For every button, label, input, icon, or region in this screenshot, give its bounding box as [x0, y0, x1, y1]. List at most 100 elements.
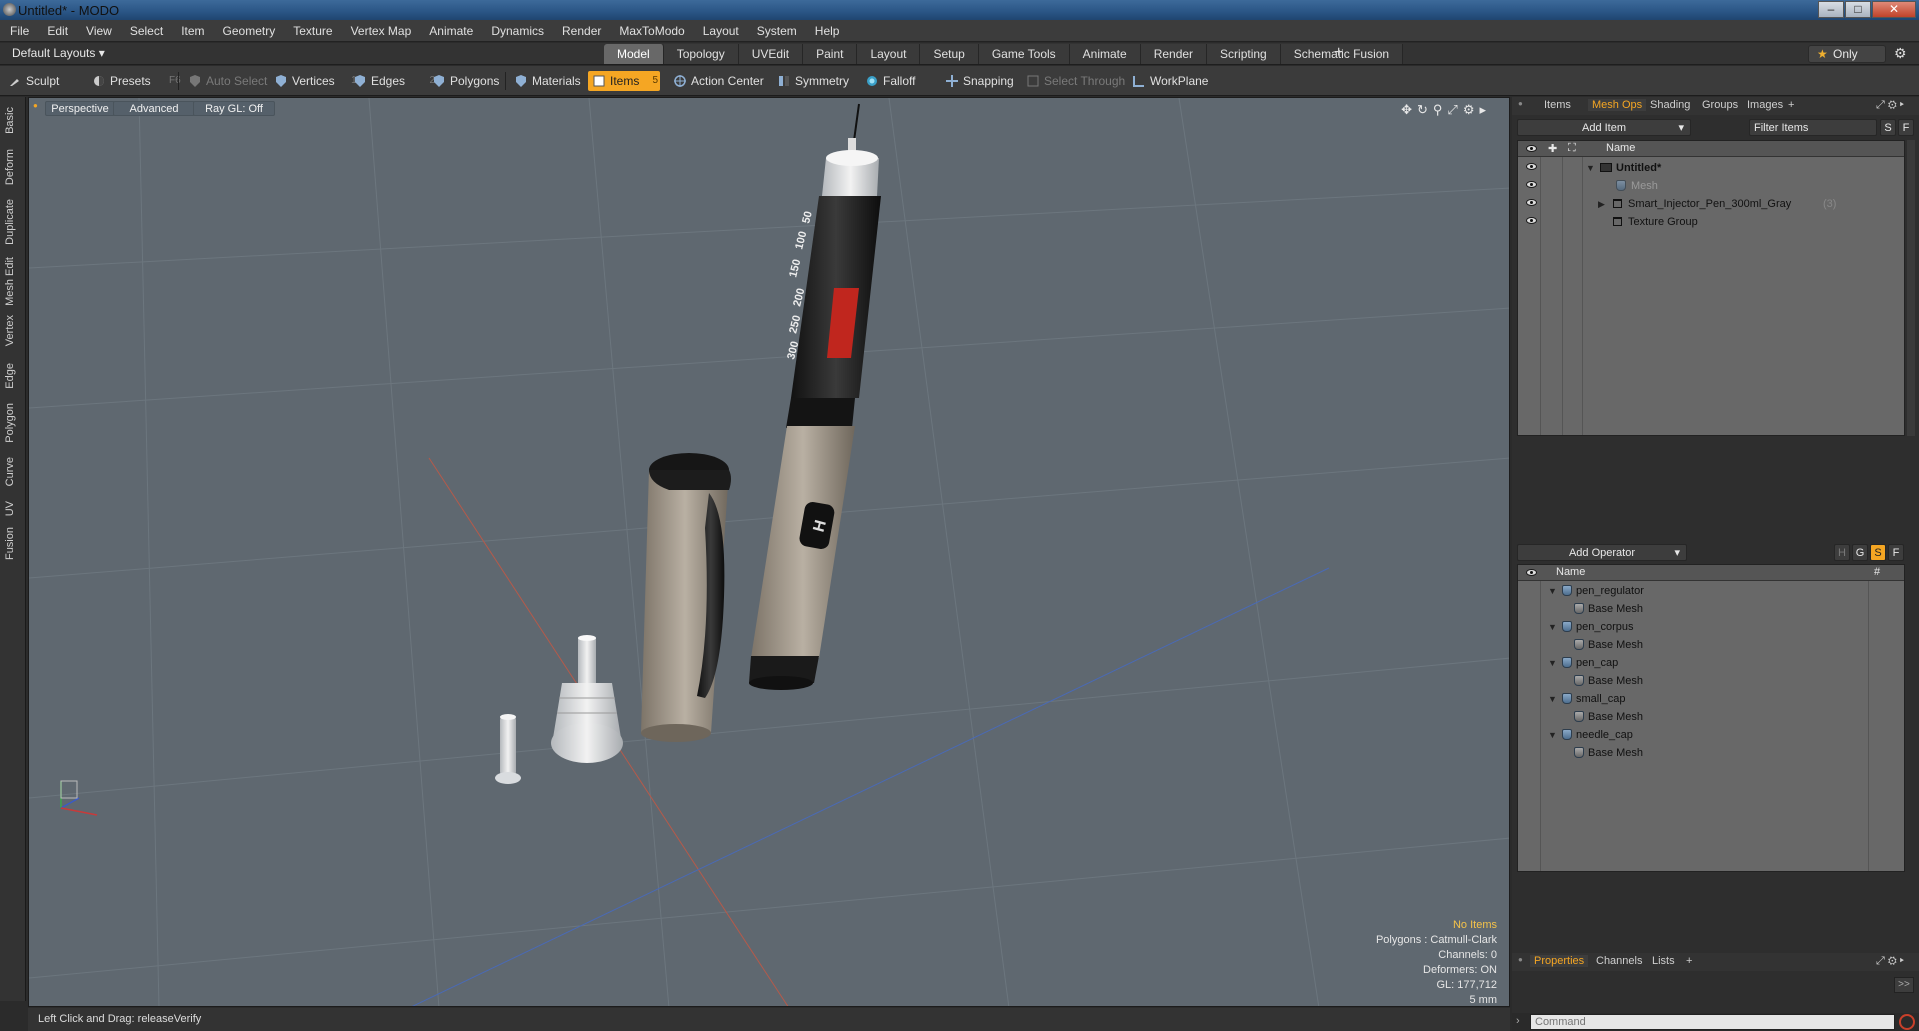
tab-groups[interactable]: Groups — [1702, 99, 1738, 111]
filter-f-button[interactable]: F — [1898, 119, 1914, 136]
3d-viewport[interactable]: H 50 100 150 200 250 300 ● Perspective A… — [28, 97, 1510, 1007]
operator-row[interactable]: ▼ pen_regulator — [1518, 582, 1904, 600]
visibility-eye-icon[interactable] — [1526, 217, 1537, 224]
tab-paint[interactable]: Paint — [803, 44, 858, 64]
operator-row[interactable]: ▼ pen_cap — [1518, 654, 1904, 672]
vertices-button[interactable]: Vertices 1 — [270, 71, 357, 91]
record-macro-icon[interactable] — [1899, 1014, 1915, 1030]
menu-maxtomodo[interactable]: MaxToModo — [619, 24, 684, 38]
presets-button[interactable]: Presets F6 — [88, 71, 181, 91]
items-scrollbar[interactable] — [1907, 140, 1915, 436]
sculpt-button[interactable]: Sculpt — [4, 71, 67, 91]
group-row[interactable]: ▶ Smart_Injector_Pen_300ml_Gray (3) — [1518, 195, 1904, 213]
menu-render[interactable]: Render — [562, 24, 601, 38]
only-toggle-button[interactable]: ★ Only — [1808, 45, 1886, 63]
menu-animate[interactable]: Animate — [429, 24, 473, 38]
tab-deform[interactable]: Deform — [4, 149, 16, 185]
menu-vertex-map[interactable]: Vertex Map — [351, 24, 412, 38]
pan-icon[interactable]: ✥ — [1401, 102, 1417, 117]
operator-s-button[interactable]: S — [1870, 544, 1886, 561]
select-through-button[interactable]: Select Through — [1022, 71, 1133, 91]
tab-animate[interactable]: Animate — [1069, 44, 1141, 64]
tab-topology[interactable]: Topology — [663, 44, 739, 64]
tab-mesh-edit[interactable]: Mesh Edit — [4, 257, 16, 306]
expand-panel-icon[interactable]: ⤢ ⚙ ▸ — [1876, 955, 1904, 968]
falloff-button[interactable]: Falloff — [861, 71, 923, 91]
close-button[interactable]: ✕ — [1872, 1, 1916, 18]
menu-help[interactable]: Help — [815, 24, 840, 38]
name-column-header[interactable]: Name — [1606, 142, 1635, 154]
tab-setup[interactable]: Setup — [920, 44, 979, 64]
menu-select[interactable]: Select — [130, 24, 163, 38]
tab-duplicate[interactable]: Duplicate — [4, 199, 16, 245]
panel-menu-dot[interactable]: ● — [1518, 955, 1523, 964]
operator-child-row[interactable]: Base Mesh — [1518, 708, 1904, 726]
tab-game-tools[interactable]: Game Tools — [978, 44, 1070, 64]
tab-render[interactable]: Render — [1140, 44, 1208, 64]
expand-arrow-icon[interactable]: ▼ — [1548, 726, 1557, 744]
operator-g-button[interactable]: G — [1852, 544, 1868, 561]
operator-h-button[interactable]: H — [1834, 544, 1850, 561]
menu-layout[interactable]: Layout — [703, 24, 739, 38]
tab-lists[interactable]: Lists — [1652, 955, 1675, 967]
polygons-button[interactable]: Polygons — [428, 71, 507, 91]
operator-row[interactable]: ▼ needle_cap — [1518, 726, 1904, 744]
gear-icon[interactable]: ⚙ — [1894, 45, 1907, 62]
operator-f-button[interactable]: F — [1888, 544, 1904, 561]
snapping-button[interactable]: Snapping — [941, 71, 1022, 91]
tab-items[interactable]: Items — [1544, 99, 1571, 111]
edges-button[interactable]: Edges 2 — [349, 71, 435, 91]
tab-curve[interactable]: Curve — [4, 457, 16, 486]
tab-edge[interactable]: Edge — [4, 363, 16, 389]
maximize-button[interactable]: □ — [1845, 1, 1871, 18]
tab-uv[interactable]: UV — [4, 501, 16, 516]
filter-items-input[interactable]: Filter Items — [1749, 119, 1877, 136]
expand-properties-button[interactable]: >> — [1894, 977, 1914, 993]
operator-child-row[interactable]: Base Mesh — [1518, 636, 1904, 654]
rotate-icon[interactable]: ↻ — [1417, 102, 1433, 117]
items-button[interactable]: Items 5 — [588, 71, 660, 91]
settings-icon[interactable]: ⚙ — [1463, 102, 1480, 117]
fit-icon[interactable]: ⤢ — [1447, 102, 1462, 117]
minimize-button[interactable]: ‒ — [1818, 1, 1844, 18]
menu-item[interactable]: Item — [181, 24, 204, 38]
viewport-menu-dot[interactable]: ● — [33, 101, 38, 110]
tab-polygon[interactable]: Polygon — [4, 403, 16, 443]
operator-child-row[interactable]: Base Mesh — [1518, 600, 1904, 618]
tab-vertex[interactable]: Vertex — [4, 315, 16, 346]
expand-arrow-icon[interactable]: ▼ — [1586, 159, 1595, 177]
menu-geometry[interactable]: Geometry — [223, 24, 276, 38]
visibility-eye-icon[interactable] — [1526, 181, 1537, 188]
tab-layout[interactable]: Layout — [857, 44, 921, 64]
menu-dynamics[interactable]: Dynamics — [491, 24, 544, 38]
visibility-eye-icon[interactable] — [1526, 163, 1537, 170]
layout-selector[interactable]: Default Layouts ▾ — [12, 46, 105, 60]
operator-row[interactable]: ▼ pen_corpus — [1518, 618, 1904, 636]
expand-arrow-icon[interactable]: ▼ — [1548, 654, 1557, 672]
menu-texture[interactable]: Texture — [293, 24, 332, 38]
expand-arrow-icon[interactable]: ▶ — [1598, 195, 1605, 213]
zoom-icon[interactable]: ⚲ — [1433, 102, 1448, 117]
scene-row[interactable]: ▼ Untitled* — [1518, 159, 1904, 177]
raygl-toggle[interactable]: Ray GL: Off — [193, 101, 275, 116]
expand-arrow-icon[interactable]: ▼ — [1548, 618, 1557, 636]
action-center-button[interactable]: Action Center — [669, 71, 772, 91]
view-mode-button[interactable]: Perspective — [45, 101, 115, 116]
add-tab-button[interactable]: + — [1686, 955, 1692, 967]
operator-row[interactable]: ▼ small_cap — [1518, 690, 1904, 708]
symmetry-button[interactable]: Symmetry — [773, 71, 857, 91]
operator-child-row[interactable]: Base Mesh — [1518, 672, 1904, 690]
operator-child-row[interactable]: Base Mesh — [1518, 744, 1904, 762]
tab-scripting[interactable]: Scripting — [1207, 44, 1281, 64]
tab-channels[interactable]: Channels — [1596, 955, 1642, 967]
tab-properties[interactable]: Properties — [1530, 955, 1589, 967]
tab-images[interactable]: Images — [1747, 99, 1783, 111]
menu-edit[interactable]: Edit — [47, 24, 68, 38]
workplane-button[interactable]: WorkPlane — [1128, 71, 1216, 91]
tab-shading[interactable]: Shading — [1650, 99, 1690, 111]
visibility-eye-icon[interactable] — [1526, 199, 1537, 206]
mesh-row[interactable]: Mesh — [1518, 177, 1904, 195]
tab-model[interactable]: Model — [604, 44, 664, 64]
menu-system[interactable]: System — [757, 24, 797, 38]
auto-select-button[interactable]: Auto Select — [184, 71, 275, 91]
